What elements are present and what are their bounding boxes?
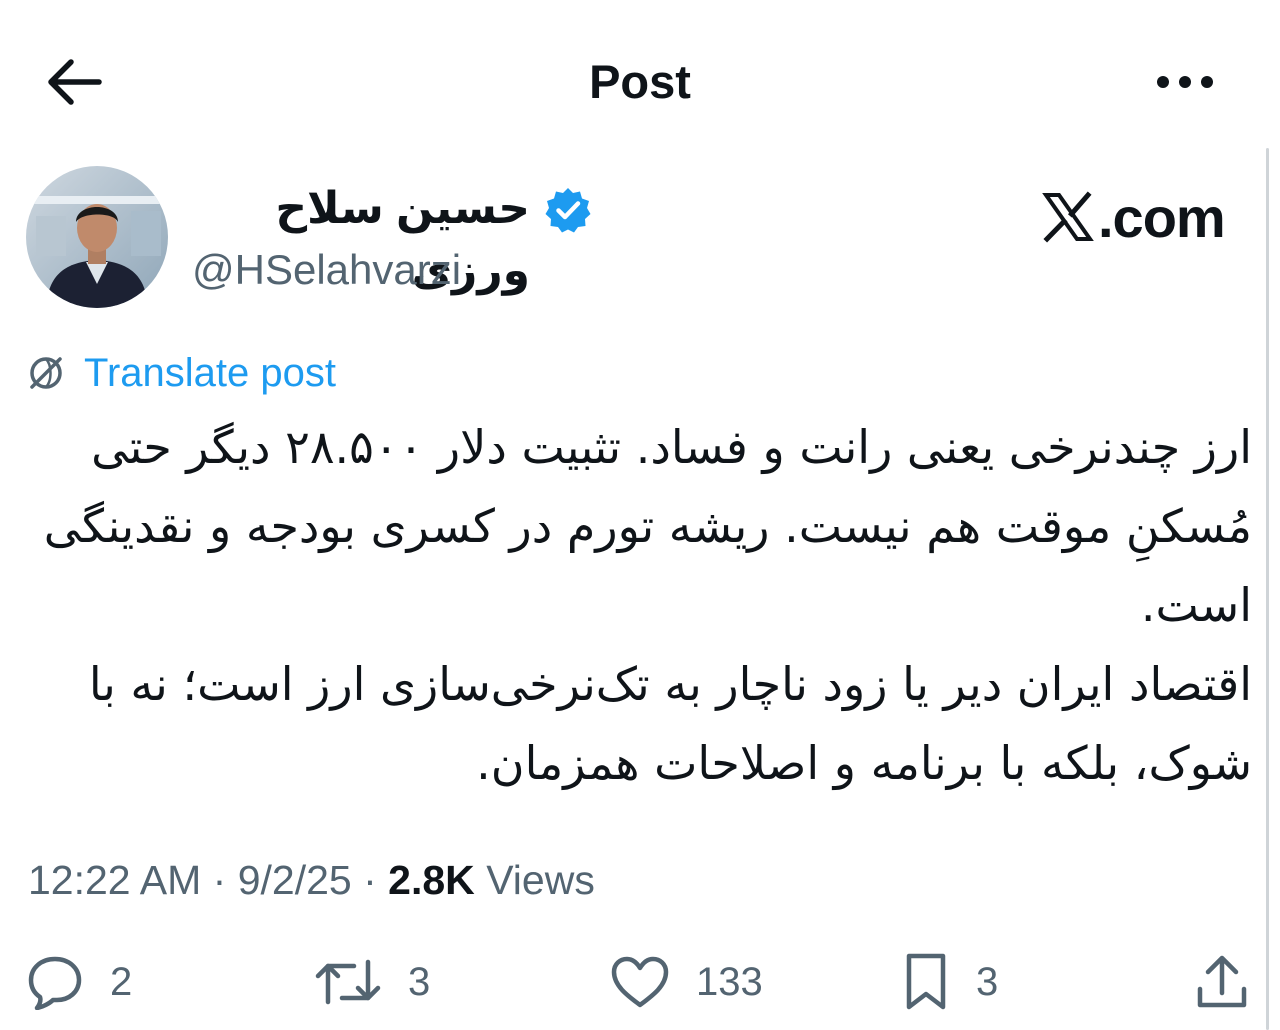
retweet-icon — [315, 959, 381, 1005]
author-display-name[interactable]: حسین سلاح ورزی — [190, 178, 530, 295]
meta-separator: · — [212, 857, 227, 903]
bookmark-button[interactable]: 3 — [902, 950, 998, 1014]
like-count: 133 — [696, 959, 763, 1004]
bookmark-count: 3 — [976, 959, 999, 1004]
scrollbar[interactable] — [1266, 148, 1269, 1030]
avatar[interactable] — [26, 166, 168, 308]
post-time[interactable]: 12:22 AM — [28, 857, 201, 903]
x-com-watermark: .com — [1042, 184, 1226, 250]
verified-badge-icon — [545, 188, 591, 233]
translate-label: Translate post — [84, 351, 336, 395]
reply-button[interactable]: 2 — [26, 950, 132, 1014]
reply-count: 2 — [110, 959, 133, 1004]
views-label: Views — [486, 857, 595, 903]
x-logo-icon — [1042, 191, 1094, 243]
back-button[interactable] — [42, 52, 106, 112]
post-paragraph: اقتصاد ایران دیر یا زود ناچار به تک‌نرخی… — [88, 657, 1252, 790]
post-body: ارز چندنرخی یعنی رانت و فساد. تثبیت دلار… — [30, 408, 1252, 803]
more-horizontal-icon — [1157, 76, 1213, 88]
post-paragraph: ارز چندنرخی یعنی رانت و فساد. تثبیت دلار… — [43, 420, 1252, 632]
share-button[interactable] — [1194, 950, 1250, 1014]
share-icon — [1197, 955, 1247, 1008]
heart-icon — [611, 956, 669, 1008]
reply-icon — [28, 956, 82, 1010]
translate-globe-icon — [30, 357, 62, 389]
translate-post-link[interactable]: Translate post — [26, 348, 336, 398]
bookmark-icon — [906, 953, 946, 1010]
post-date[interactable]: 9/2/25 — [238, 857, 352, 903]
retweet-count: 3 — [408, 959, 431, 1004]
retweet-button[interactable]: 3 — [314, 950, 430, 1014]
avatar-photo — [26, 166, 168, 308]
watermark-text: .com — [1098, 185, 1226, 249]
like-button[interactable]: 133 — [610, 950, 763, 1014]
page-title: Post — [589, 55, 691, 108]
post-meta: 12:22 AM · 9/2/25 · 2.8K Views — [28, 852, 595, 908]
arrow-left-icon — [48, 59, 102, 105]
more-options-button[interactable] — [1152, 62, 1218, 102]
author-handle[interactable]: @HSelahvarzi — [192, 242, 461, 298]
meta-separator: · — [363, 857, 377, 903]
views-count[interactable]: 2.8K — [388, 857, 475, 903]
